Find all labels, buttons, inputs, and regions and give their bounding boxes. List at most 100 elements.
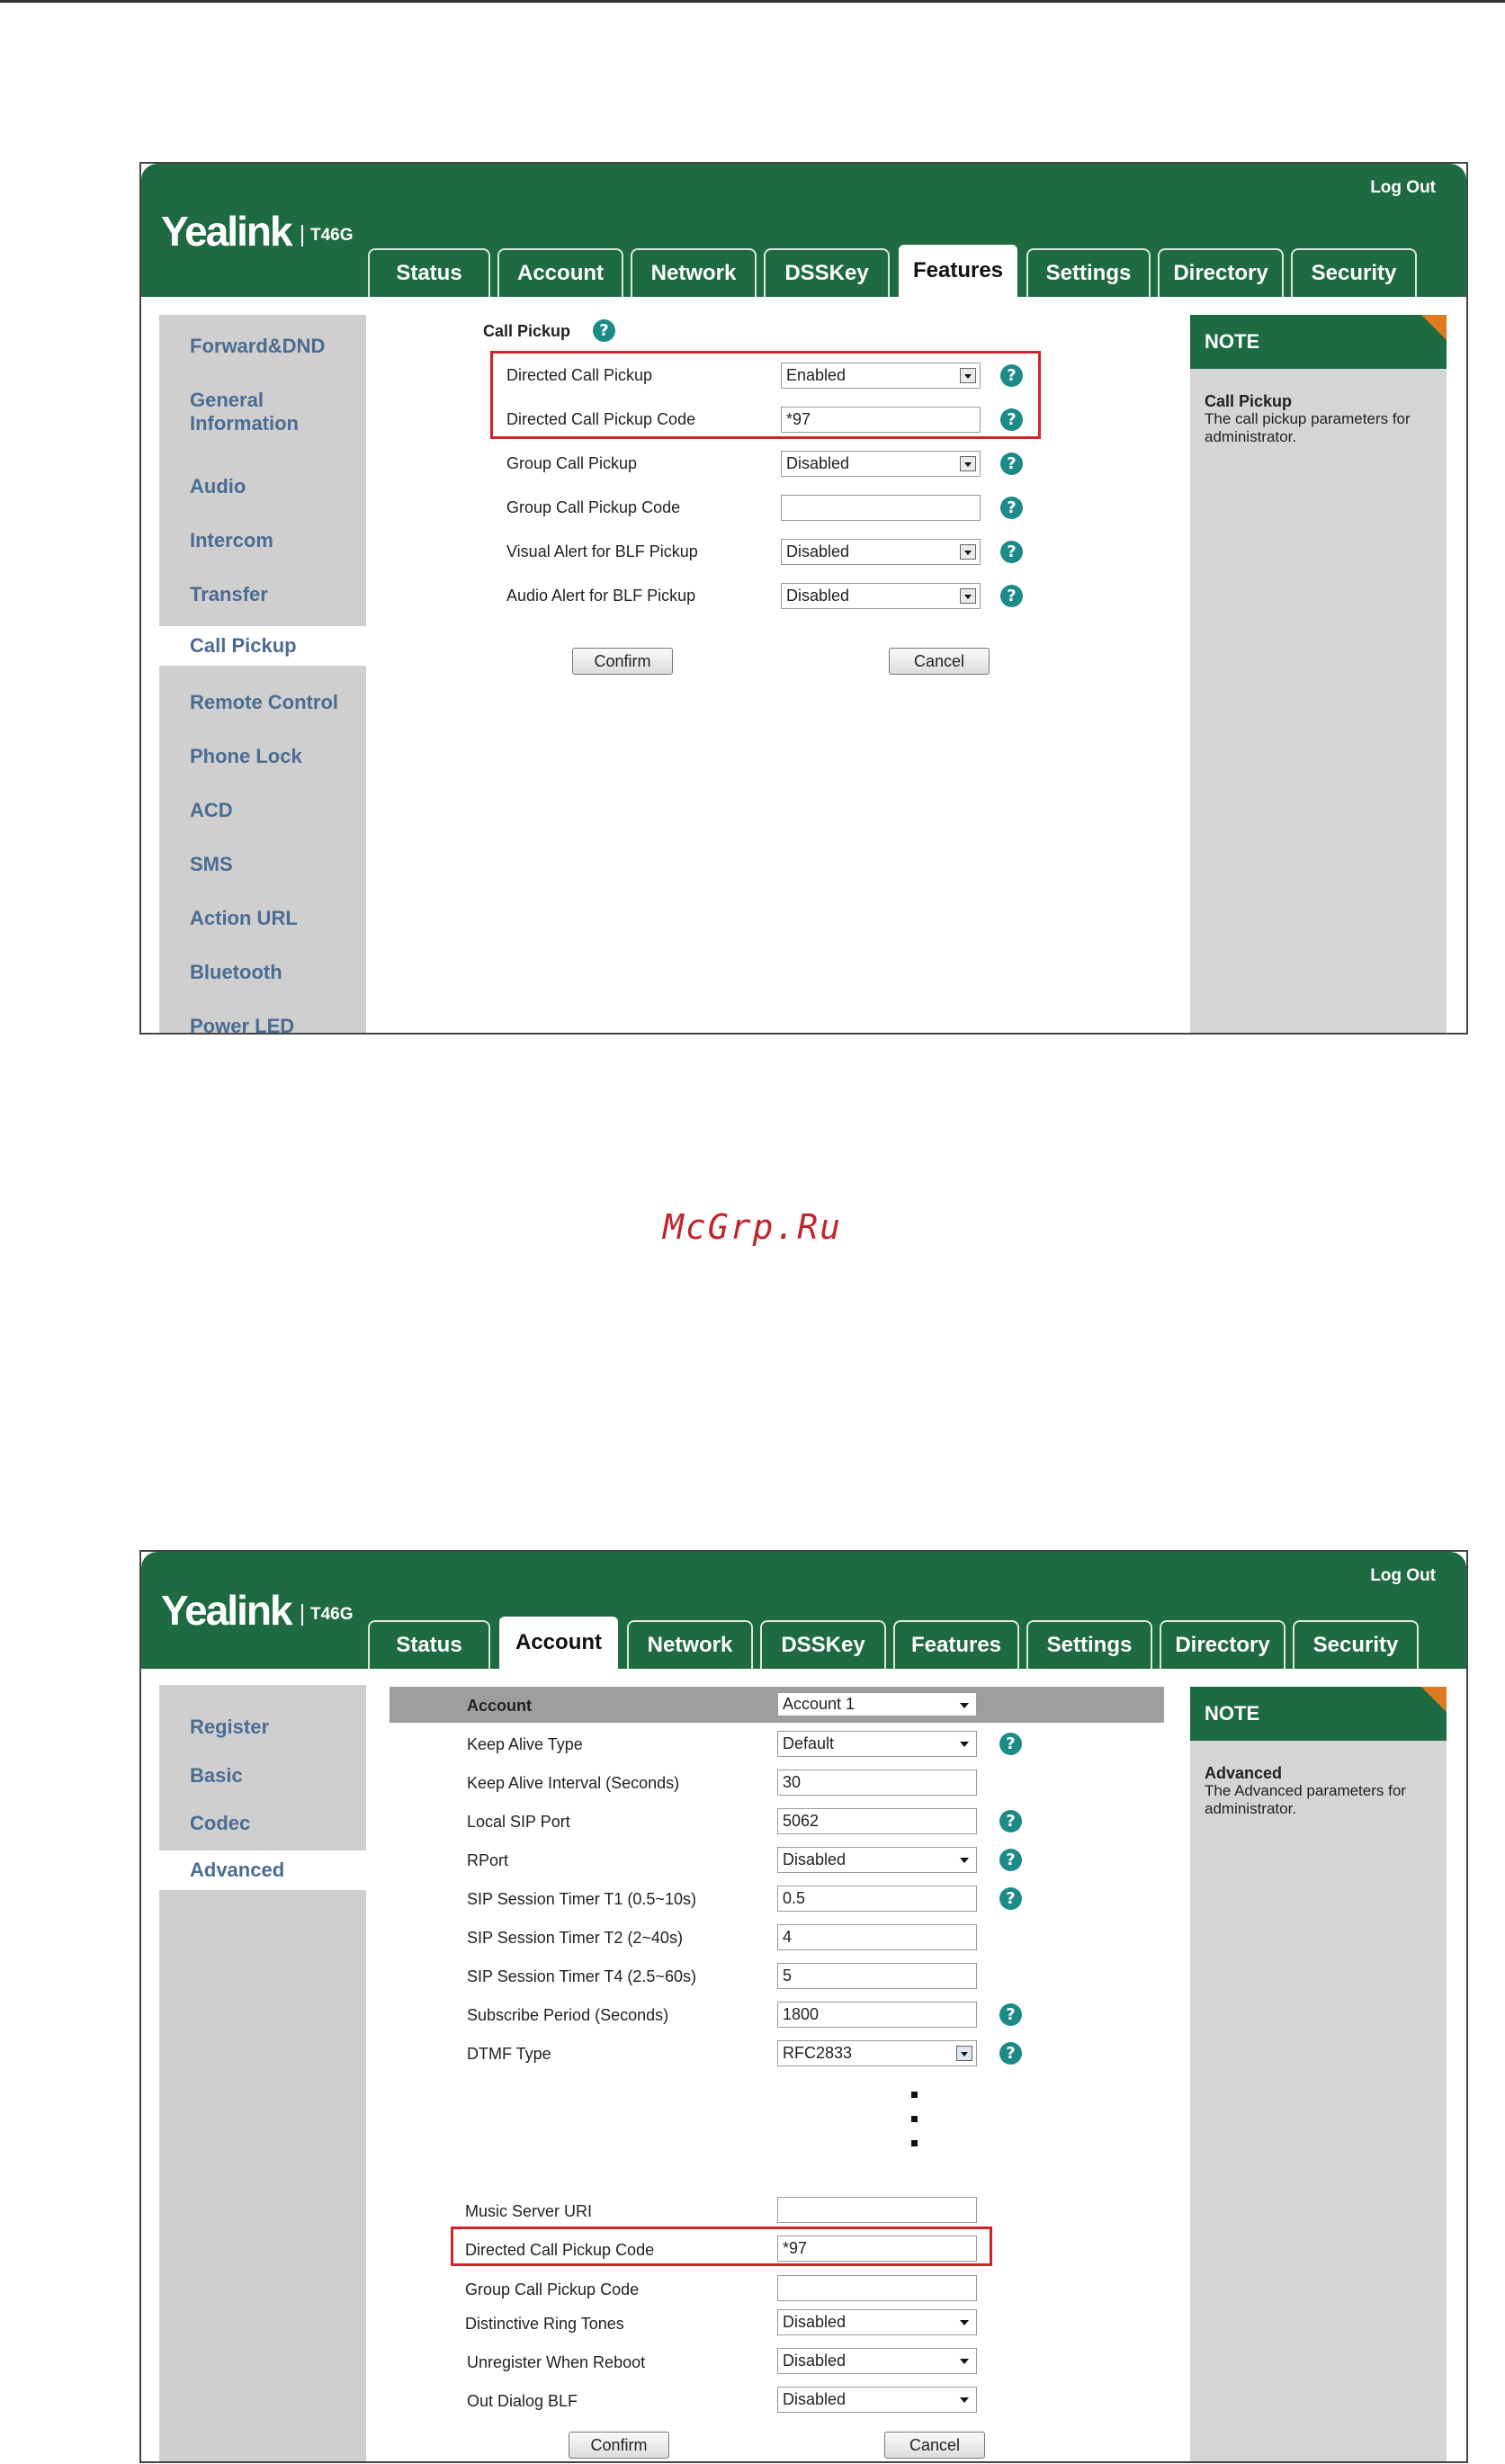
tab-directory[interactable]: Directory — [1160, 1620, 1286, 1669]
keep-alive-type-label: Keep Alive Type — [467, 1735, 583, 1753]
help-icon[interactable]: ? — [999, 1810, 1022, 1832]
group-call-pickup-select[interactable]: Disabled — [781, 451, 981, 477]
tab-network[interactable]: Network — [627, 1620, 753, 1669]
sidebar-item-transfer[interactable]: Transfer — [159, 583, 371, 606]
note-title: Advanced — [1205, 1764, 1283, 1782]
sidebar-item-phone-lock[interactable]: Phone Lock — [159, 745, 371, 768]
confirm-button[interactable]: Confirm — [569, 2432, 669, 2459]
help-icon[interactable]: ? — [1000, 452, 1023, 475]
tab-security[interactable]: Security — [1293, 1620, 1419, 1669]
yealink-logo: Yealink — [161, 1587, 293, 1634]
subscribe-period-label: Subscribe Period (Seconds) — [467, 2006, 669, 2024]
help-icon[interactable]: ? — [999, 1849, 1022, 1871]
sidebar-item-power-led[interactable]: Power LED — [159, 1015, 371, 1033]
help-icon[interactable]: ? — [999, 1733, 1022, 1755]
help-icon[interactable]: ? — [999, 1887, 1022, 1910]
tab-settings[interactable]: Settings — [1026, 1620, 1152, 1669]
ellipsis-dot — [911, 2116, 918, 2122]
group-call-pickup-code-input[interactable] — [777, 2275, 977, 2301]
music-server-uri-input[interactable] — [777, 2197, 977, 2223]
sip-timer-t4-input[interactable]: 5 — [777, 1963, 977, 1989]
cancel-button[interactable]: Cancel — [884, 2432, 985, 2459]
audio-alert-blf-select[interactable]: Disabled — [781, 583, 981, 609]
keep-alive-type-select[interactable]: Default — [777, 1731, 977, 1757]
sidebar-item-remote-control[interactable]: Remote Control — [159, 691, 371, 714]
chevron-down-icon — [956, 2046, 972, 2061]
sidebar-item-bluetooth[interactable]: Bluetooth — [159, 961, 371, 984]
group-call-pickup-code-label: Group Call Pickup Code — [506, 498, 681, 516]
subscribe-period-input[interactable]: 1800 — [777, 2002, 977, 2028]
out-dialog-blf-select[interactable]: Disabled — [777, 2387, 977, 2413]
group-call-pickup-code-input[interactable] — [781, 495, 981, 521]
chevron-down-icon — [960, 1858, 969, 1863]
sidebar-item-advanced[interactable]: Advanced — [159, 1850, 371, 1890]
account-label: Account — [467, 1697, 532, 1715]
call-pickup-form: Call Pickup ? Directed Call Pickup Enabl… — [483, 319, 1113, 862]
sip-timer-t1-label: SIP Session Timer T1 (0.5~10s) — [467, 1890, 696, 1908]
yealink-logo: Yealink — [161, 208, 293, 255]
tab-features[interactable]: Features — [893, 1620, 1019, 1669]
section-help-icon[interactable]: ? — [593, 319, 615, 342]
sidebar-item-intercom[interactable]: Intercom — [159, 529, 371, 552]
distinctive-ring-tones-select[interactable]: Disabled — [777, 2309, 977, 2335]
note-text: The Advanced parameters for administrato… — [1205, 1782, 1406, 1817]
tab-account[interactable]: Account — [497, 1615, 620, 1669]
tab-directory[interactable]: Directory — [1158, 248, 1284, 297]
note-corner-icon — [1421, 1687, 1447, 1712]
account-select[interactable]: Account 1 — [777, 1692, 977, 1716]
unregister-when-reboot-value: Disabled — [783, 2352, 847, 2370]
tab-security[interactable]: Security — [1291, 248, 1417, 297]
tab-account[interactable]: Account — [497, 248, 623, 297]
sip-timer-t1-input[interactable]: 0.5 — [777, 1886, 977, 1912]
sidebar-item-general-information[interactable]: General Information — [159, 389, 357, 435]
rport-select[interactable]: Disabled — [777, 1847, 977, 1873]
visual-alert-blf-select[interactable]: Disabled — [781, 539, 981, 565]
dtmf-type-select[interactable]: RFC2833 — [777, 2040, 977, 2066]
chevron-down-icon — [960, 2397, 969, 2403]
out-dialog-blf-label: Out Dialog BLF — [467, 2392, 578, 2410]
help-icon[interactable]: ? — [999, 2003, 1022, 2026]
tab-settings[interactable]: Settings — [1026, 248, 1151, 297]
group-call-pickup-code-label: Group Call Pickup Code — [465, 2280, 640, 2298]
model-label: T46G — [301, 225, 354, 246]
sidebar-item-codec[interactable]: Codec — [159, 1812, 371, 1835]
sidebar-item-action-url[interactable]: Action URL — [159, 907, 371, 930]
sidebar: Register Basic Codec Advanced — [159, 1685, 371, 2461]
watermark: McGrp.Ru — [662, 1207, 843, 1247]
rport-value: Disabled — [783, 1850, 847, 1868]
sidebar-item-basic[interactable]: Basic — [159, 1764, 371, 1788]
music-server-uri-label: Music Server URI — [465, 2202, 593, 2220]
sidebar-item-sms[interactable]: SMS — [159, 853, 371, 876]
tab-dsskey[interactable]: DSSKey — [764, 248, 890, 297]
tab-status[interactable]: Status — [368, 1620, 490, 1669]
tab-status[interactable]: Status — [368, 248, 490, 297]
sidebar-item-audio[interactable]: Audio — [159, 475, 371, 498]
advanced-form: Account Account 1 Keep Alive Type Defaul… — [390, 1687, 1181, 2460]
distinctive-ring-tones-value: Disabled — [783, 2313, 847, 2331]
logout-link[interactable]: Log Out — [1370, 178, 1436, 198]
highlight-box — [451, 2227, 992, 2266]
sidebar-item-acd[interactable]: ACD — [159, 799, 371, 822]
keep-alive-interval-input[interactable]: 30 — [777, 1770, 977, 1796]
group-call-pickup-value: Disabled — [786, 454, 850, 472]
main-tabs: Status Account Network DSSKey Features S… — [368, 1615, 1419, 1669]
local-sip-port-input[interactable]: 5062 — [777, 1808, 977, 1834]
help-icon[interactable]: ? — [1000, 541, 1023, 563]
tab-network[interactable]: Network — [631, 248, 757, 297]
sidebar-item-forward-dnd[interactable]: Forward&DND — [159, 335, 371, 358]
tab-features[interactable]: Features — [897, 243, 1019, 297]
tab-dsskey[interactable]: DSSKey — [760, 1620, 886, 1669]
sip-timer-t2-input[interactable]: 4 — [777, 1924, 977, 1950]
confirm-button[interactable]: Confirm — [572, 648, 673, 675]
help-icon[interactable]: ? — [999, 2042, 1022, 2065]
cancel-button[interactable]: Cancel — [889, 648, 990, 675]
rport-label: RPort — [467, 1851, 509, 1869]
sidebar-item-register[interactable]: Register — [159, 1716, 371, 1739]
sip-timer-t2-label: SIP Session Timer T2 (2~40s) — [467, 1929, 683, 1947]
help-icon[interactable]: ? — [1000, 585, 1023, 607]
unregister-when-reboot-select[interactable]: Disabled — [777, 2348, 977, 2374]
help-icon[interactable]: ? — [1000, 497, 1023, 519]
out-dialog-blf-value: Disabled — [783, 2390, 847, 2408]
logout-link[interactable]: Log Out — [1370, 1566, 1436, 1586]
sidebar-item-call-pickup[interactable]: Call Pickup — [159, 626, 371, 666]
